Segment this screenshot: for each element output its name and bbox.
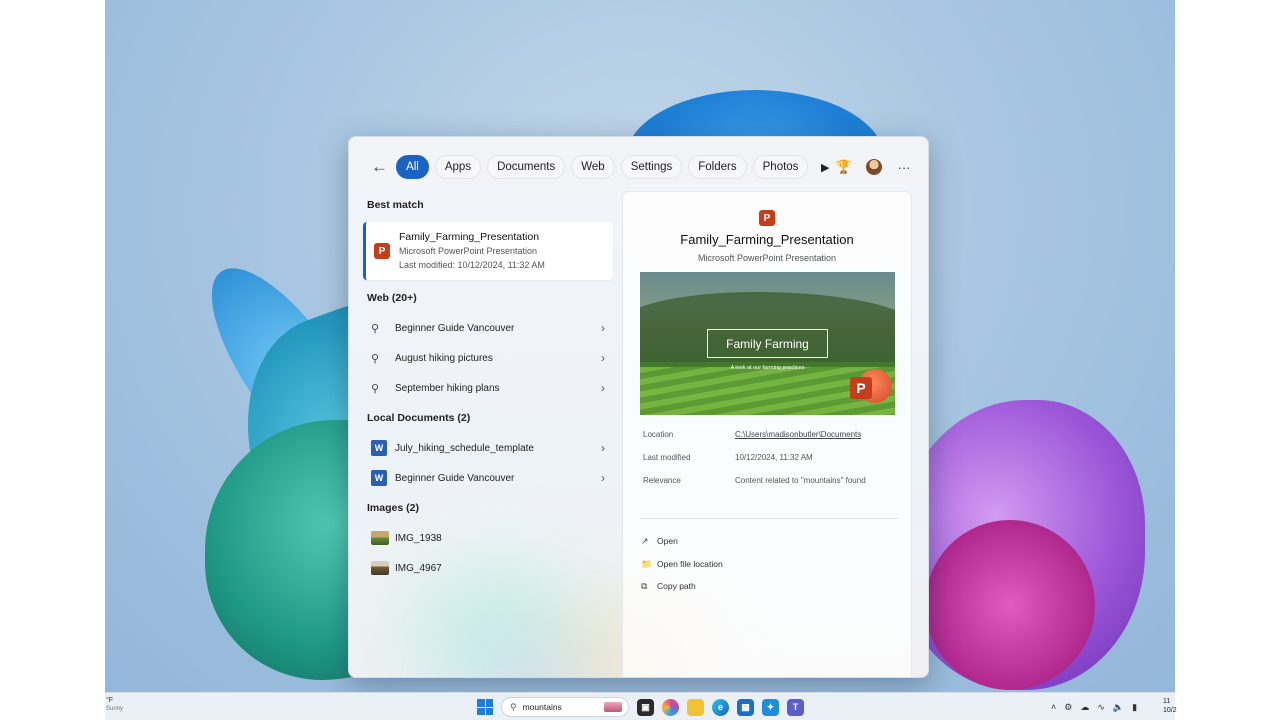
search-icon: ⚲ bbox=[371, 352, 380, 365]
network-icon[interactable]: ∿ bbox=[1097, 702, 1105, 713]
detail-label-modified: Last modified bbox=[643, 453, 691, 462]
folder-icon: 📁 bbox=[641, 558, 653, 569]
taskbar-search-text: mountains bbox=[522, 702, 562, 712]
file-explorer-icon[interactable] bbox=[687, 698, 704, 716]
detail-value-modified: 10/12/2024, 11:32 AM bbox=[735, 453, 813, 462]
web-result-item[interactable]: ⚲ September hiking plans › bbox=[371, 373, 613, 403]
best-match-title: Family_Farming_Presentation bbox=[399, 231, 540, 243]
battery-icon[interactable]: ▮ bbox=[1132, 702, 1137, 713]
slide-thumbnail[interactable]: Family Farming A look at our farming pra… bbox=[640, 272, 895, 415]
filter-tab-all[interactable]: All bbox=[396, 155, 429, 179]
filter-tab-web[interactable]: Web bbox=[571, 155, 615, 179]
more-options-icon[interactable]: ··· bbox=[894, 157, 914, 177]
chevron-right-icon[interactable]: › bbox=[601, 441, 613, 455]
preview-title: Family_Farming_Presentation bbox=[680, 232, 854, 247]
chevron-up-icon[interactable]: ˄ bbox=[1051, 702, 1056, 712]
powerpoint-icon: P bbox=[374, 243, 390, 259]
avatar[interactable] bbox=[866, 159, 882, 175]
word-document-icon: W bbox=[371, 440, 387, 456]
filter-tab-apps[interactable]: Apps bbox=[434, 155, 482, 179]
copy-icon: ⧉ bbox=[641, 580, 648, 591]
filter-tab-folders[interactable]: Folders bbox=[688, 155, 747, 179]
filter-bar: ← All Apps Documents Web Settings Folder… bbox=[369, 153, 914, 181]
detail-label-location: Location bbox=[643, 430, 674, 439]
settings-icon[interactable]: ⚙ bbox=[1064, 702, 1072, 713]
detail-value-relevance: Content related to "mountains" found bbox=[735, 476, 866, 485]
filter-tab-settings[interactable]: Settings bbox=[620, 155, 683, 179]
copilot-icon[interactable] bbox=[662, 698, 679, 716]
open-action[interactable]: ↗ Open bbox=[641, 534, 678, 548]
search-panel: ← All Apps Documents Web Settings Folder… bbox=[348, 136, 929, 678]
chevron-right-icon[interactable]: › bbox=[601, 381, 613, 395]
search-highlight-icon bbox=[604, 702, 622, 712]
open-external-icon: ↗ bbox=[641, 535, 649, 546]
taskbar: °F Sunny ⚲ mountains ▣ e ▦ ✦ T ˄ ⚙ ☁ ∿ 🔈… bbox=[105, 692, 1177, 720]
search-icon: ⚲ bbox=[371, 382, 380, 395]
divider bbox=[640, 518, 899, 519]
document-result-item[interactable]: W Beginner Guide Vancouver › bbox=[371, 463, 613, 493]
section-heading-web: Web (20+) bbox=[367, 292, 417, 304]
trophy-icon[interactable]: 🏆 bbox=[834, 157, 854, 177]
section-heading-local-documents: Local Documents (2) bbox=[367, 412, 471, 424]
preview-subtitle: Microsoft PowerPoint Presentation bbox=[697, 253, 837, 263]
weather-widget[interactable]: °F Sunny bbox=[106, 696, 123, 714]
best-match-type: Microsoft PowerPoint Presentation bbox=[399, 246, 538, 256]
slide-title: Family Farming bbox=[707, 329, 828, 358]
open-file-location-action[interactable]: 📁 Open file location bbox=[641, 557, 723, 571]
detail-label-relevance: Relevance bbox=[643, 476, 681, 485]
clock[interactable]: 11 10/2 bbox=[1163, 697, 1177, 715]
powerpoint-logo-icon: P bbox=[850, 369, 892, 407]
chevron-right-icon[interactable]: › bbox=[601, 351, 613, 365]
cloud-icon[interactable]: ☁ bbox=[1080, 702, 1089, 713]
chevron-right-icon[interactable]: › bbox=[601, 321, 613, 335]
more-filters-play-icon[interactable]: ▶ bbox=[816, 155, 834, 179]
chevron-right-icon[interactable]: › bbox=[601, 471, 613, 485]
preview-pane: P Family_Farming_Presentation Microsoft … bbox=[622, 191, 912, 677]
start-button[interactable] bbox=[477, 699, 493, 715]
web-result-item[interactable]: ⚲ Beginner Guide Vancouver › bbox=[371, 313, 613, 343]
image-thumbnail-icon bbox=[371, 531, 389, 545]
document-result-item[interactable]: W July_hiking_schedule_template › bbox=[371, 433, 613, 463]
search-icon: ⚲ bbox=[371, 322, 380, 335]
word-document-icon: W bbox=[371, 470, 387, 486]
search-icon: ⚲ bbox=[510, 701, 517, 712]
best-match-result[interactable]: P Family_Farming_Presentation Microsoft … bbox=[363, 222, 613, 280]
detail-value-location[interactable]: C:\Users\madisonbutler\Documents bbox=[735, 430, 861, 439]
wallpaper-bloom bbox=[925, 520, 1095, 690]
teams-icon[interactable]: T bbox=[787, 698, 804, 716]
back-arrow-icon[interactable]: ← bbox=[369, 155, 390, 179]
app-icon[interactable]: ✦ bbox=[762, 698, 779, 716]
copy-path-action[interactable]: ⧉ Copy path bbox=[641, 579, 696, 593]
task-view-icon[interactable]: ▣ bbox=[637, 698, 654, 716]
image-result-item[interactable]: IMG_1938 bbox=[371, 523, 613, 553]
image-result-item[interactable]: IMG_4967 bbox=[371, 553, 613, 583]
store-icon[interactable]: ▦ bbox=[737, 698, 754, 716]
system-tray: ˄ ⚙ ☁ ∿ 🔈 ▮ bbox=[1051, 698, 1137, 716]
powerpoint-icon: P bbox=[759, 210, 775, 226]
filter-tab-photos[interactable]: Photos bbox=[752, 155, 809, 179]
best-match-modified: Last modified: 10/12/2024, 11:32 AM bbox=[399, 260, 545, 270]
volume-icon[interactable]: 🔈 bbox=[1113, 702, 1124, 713]
section-heading-best-match: Best match bbox=[367, 199, 424, 211]
taskbar-search-box[interactable]: ⚲ mountains bbox=[501, 697, 629, 717]
filter-tab-documents[interactable]: Documents bbox=[487, 155, 566, 179]
web-result-item[interactable]: ⚲ August hiking pictures › bbox=[371, 343, 613, 373]
section-heading-images: Images (2) bbox=[367, 502, 419, 514]
image-thumbnail-icon bbox=[371, 561, 389, 575]
edge-browser-icon[interactable]: e bbox=[712, 698, 729, 716]
